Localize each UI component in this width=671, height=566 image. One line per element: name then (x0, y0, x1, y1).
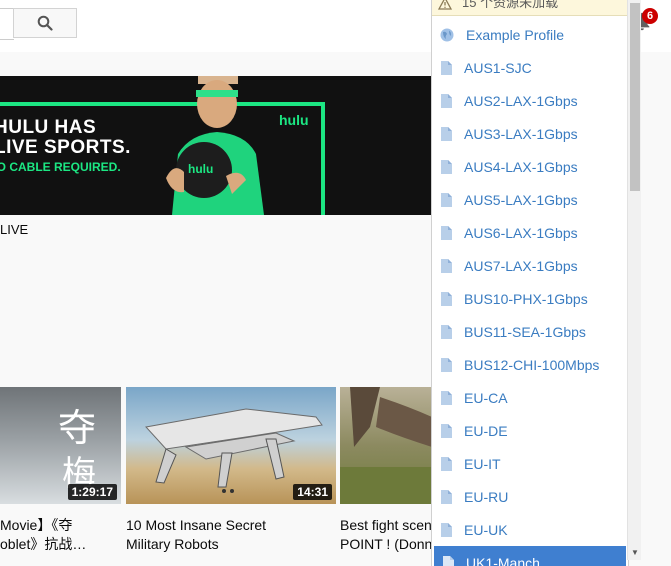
video-title[interactable]: Movie】《夺 oblet》抗战… (0, 516, 121, 554)
ad-caption: LIVE (0, 222, 28, 237)
thumb-calligraphy-text: 夺 (58, 406, 96, 450)
globe-icon (440, 28, 454, 42)
document-icon (440, 259, 452, 273)
ad-headline: HULU HAS LIVE SPORTS. (0, 118, 131, 158)
document-icon (440, 490, 452, 504)
menu-item-example-profile[interactable]: Example Profile (432, 18, 628, 51)
menu-item-aus7-lax-1gbps[interactable]: AUS7-LAX-1Gbps (432, 249, 628, 282)
menu-item-eu-ru[interactable]: EU-RU (432, 480, 628, 513)
scroll-down-arrow-icon[interactable]: ▼ (628, 546, 642, 560)
notification-count-badge: 6 (642, 8, 658, 24)
video-thumbnail[interactable]: 14:31 (126, 387, 336, 504)
document-icon (440, 457, 452, 471)
menu-item-uk1-manchester[interactable]: UK1-Manch... (434, 546, 626, 566)
ball-logo: hulu (188, 162, 213, 176)
menu-item-aus1-sjc[interactable]: AUS1-SJC (432, 51, 628, 84)
menu-item-aus4-lax-1gbps[interactable]: AUS4-LAX-1Gbps (432, 150, 628, 183)
menu-item-bus12-chi-100mbps[interactable]: BUS12-CHI-100Mbps (432, 348, 628, 381)
scrollbar-thumb[interactable] (630, 3, 640, 191)
document-icon (440, 424, 452, 438)
hulu-ad-banner[interactable]: HULU HAS LIVE SPORTS. NO CABLE REQUIRED.… (0, 76, 440, 215)
menu-item-bus11-sea-1gbps[interactable]: BUS11-SEA-1Gbps (432, 315, 628, 348)
document-icon (440, 127, 452, 141)
search-input[interactable] (0, 8, 14, 40)
hulu-logo: hulu (279, 112, 309, 128)
video-duration: 14:31 (293, 484, 332, 500)
search-button[interactable] (13, 8, 77, 38)
document-icon (442, 556, 454, 566)
fight-scene-image (340, 387, 432, 504)
document-icon (440, 160, 452, 174)
menu-item-eu-uk[interactable]: EU-UK (432, 513, 628, 546)
search-icon (37, 15, 53, 31)
document-icon (440, 358, 452, 372)
warning-icon (438, 0, 452, 10)
proxy-profile-menu: 15 个资源未加载 Example Profile AUS1-SJC AUS2-… (431, 0, 629, 566)
menu-item-aus6-lax-1gbps[interactable]: AUS6-LAX-1Gbps (432, 216, 628, 249)
video-duration: 1:29:17 (68, 484, 117, 500)
athlete-image: hulu (160, 76, 270, 215)
video-thumbnail[interactable] (340, 387, 432, 504)
menu-item-aus5-lax-1gbps[interactable]: AUS5-LAX-1Gbps (432, 183, 628, 216)
menu-item-bus10-phx-1gbps[interactable]: BUS10-PHX-1Gbps (432, 282, 628, 315)
document-icon (440, 61, 452, 75)
document-icon (440, 193, 452, 207)
warning-bar: 15 个资源未加载 (432, 0, 628, 16)
menu-scrollbar[interactable]: ▼ (627, 0, 641, 560)
video-title[interactable]: Best fight scen POINT ! (Donni (340, 516, 432, 554)
video-thumbnail[interactable]: 夺 梅 1:29:17 (0, 387, 121, 504)
document-icon (440, 391, 452, 405)
document-icon (440, 292, 452, 306)
ad-subline: NO CABLE REQUIRED. (0, 160, 121, 174)
document-icon (440, 325, 452, 339)
menu-item-aus2-lax-1gbps[interactable]: AUS2-LAX-1Gbps (432, 84, 628, 117)
document-icon (440, 94, 452, 108)
warning-text: 15 个资源未加载 (462, 0, 558, 15)
document-icon (440, 523, 452, 537)
document-icon (440, 226, 452, 240)
menu-item-eu-it[interactable]: EU-IT (432, 447, 628, 480)
menu-item-eu-de[interactable]: EU-DE (432, 414, 628, 447)
menu-item-eu-ca[interactable]: EU-CA (432, 381, 628, 414)
menu-item-aus3-lax-1gbps[interactable]: AUS3-LAX-1Gbps (432, 117, 628, 150)
video-title[interactable]: 10 Most Insane Secret Military Robots (126, 516, 336, 554)
